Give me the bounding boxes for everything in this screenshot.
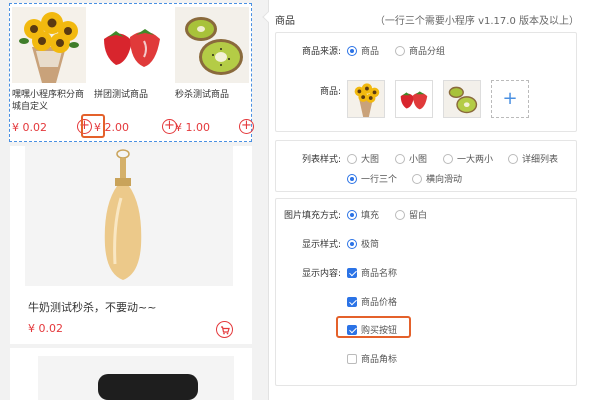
radio-icon[interactable] <box>395 46 405 56</box>
list-style-label: 列表样式: <box>301 155 341 165</box>
selected-goods-kiwi[interactable] <box>443 80 481 118</box>
add-goods-button[interactable]: + <box>491 80 529 118</box>
display-style-option[interactable]: 极简 <box>347 237 379 250</box>
goods-card[interactable]: 秒杀测试商品 ¥ 1.00 + <box>173 7 254 139</box>
mobile-preview: 嘿嘿小程序积分商城自定义 ¥ 0.02 + 拼团测试商品 ¥ 2.00 + 秒杀… <box>0 0 262 400</box>
source-label: 商品来源: <box>301 47 341 57</box>
perfume-bottle-image <box>25 146 233 286</box>
selected-goods-sunflower[interactable] <box>347 80 385 118</box>
panel-hint: （一行三个需要小程序 v1.17.0 版本及以上） <box>374 16 579 27</box>
content-option-price[interactable]: 商品价格 <box>347 295 397 308</box>
selected-goods-strawberry[interactable] <box>395 80 433 118</box>
radio-icon[interactable] <box>347 174 357 184</box>
source-option-group[interactable]: 商品分组 <box>395 44 445 57</box>
fill-option-blank[interactable]: 留白 <box>395 208 427 221</box>
panel-title: 商品 <box>275 16 295 27</box>
list-style-option-selected[interactable]: 一行三个 <box>347 172 397 185</box>
goods-name: 秒杀测试商品 <box>175 90 230 100</box>
display-section <box>275 198 577 386</box>
list-style-option[interactable]: 一大两小 <box>443 152 493 165</box>
goods-name: 嘿嘿小程序积分商城自定义 <box>12 90 85 112</box>
kiwi-image <box>175 7 249 83</box>
list-style-option[interactable]: 横向滑动 <box>412 172 462 185</box>
radio-icon[interactable] <box>508 154 518 164</box>
radio-icon[interactable] <box>347 154 357 164</box>
radio-icon[interactable] <box>412 174 422 184</box>
buy-button-highlight <box>336 316 411 338</box>
radio-icon[interactable] <box>347 239 357 249</box>
radio-icon[interactable] <box>395 210 405 220</box>
goods-price: ¥ 1.00 <box>175 121 210 134</box>
add-button-highlight <box>81 114 105 138</box>
goods-price: ¥ 0.02 <box>12 121 47 134</box>
goods-card[interactable] <box>10 348 252 400</box>
list-style-option[interactable]: 详细列表 <box>508 152 558 165</box>
source-option-goods[interactable]: 商品 <box>347 44 379 57</box>
checkbox-icon[interactable] <box>347 354 357 364</box>
featured-goods-price: ¥ 0.02 <box>28 322 63 335</box>
add-to-cart-icon[interactable]: + <box>239 119 254 134</box>
fill-option-fill[interactable]: 填充 <box>347 208 379 221</box>
radio-icon[interactable] <box>443 154 453 164</box>
strawberries-image <box>94 7 168 83</box>
goods-card[interactable]: 嘿嘿小程序积分商城自定义 ¥ 0.02 + <box>10 7 92 139</box>
featured-goods-name: 牛奶测试秒杀，不要动~~ <box>28 301 157 314</box>
featured-goods-card[interactable]: 牛奶测试秒杀，不要动~~ ¥ 0.02 <box>10 146 252 344</box>
cart-icon[interactable] <box>216 321 233 338</box>
radio-icon[interactable] <box>347 210 357 220</box>
checkbox-icon[interactable] <box>347 268 357 278</box>
content-option-badge[interactable]: 商品角标 <box>347 352 397 365</box>
display-style-label: 显示样式: <box>301 240 341 250</box>
sunflower-bouquet-image <box>12 7 86 83</box>
fill-label: 图片填充方式: <box>283 211 341 221</box>
goods-label: 商品: <box>319 87 341 97</box>
content-option-name[interactable]: 商品名称 <box>347 266 397 279</box>
goods-name: 拼团测试商品 <box>94 90 149 100</box>
checkbox-icon[interactable] <box>347 297 357 307</box>
radio-icon[interactable] <box>347 46 357 56</box>
product-image <box>38 356 234 400</box>
panel-header: 商品 （一行三个需要小程序 v1.17.0 版本及以上） <box>269 0 600 34</box>
content-label: 显示内容: <box>301 269 341 279</box>
radio-icon[interactable] <box>395 154 405 164</box>
goods-row-three[interactable]: 嘿嘿小程序积分商城自定义 ¥ 0.02 + 拼团测试商品 ¥ 2.00 + 秒杀… <box>9 3 254 142</box>
list-style-option[interactable]: 大图 <box>347 152 379 165</box>
list-style-option[interactable]: 小图 <box>395 152 427 165</box>
